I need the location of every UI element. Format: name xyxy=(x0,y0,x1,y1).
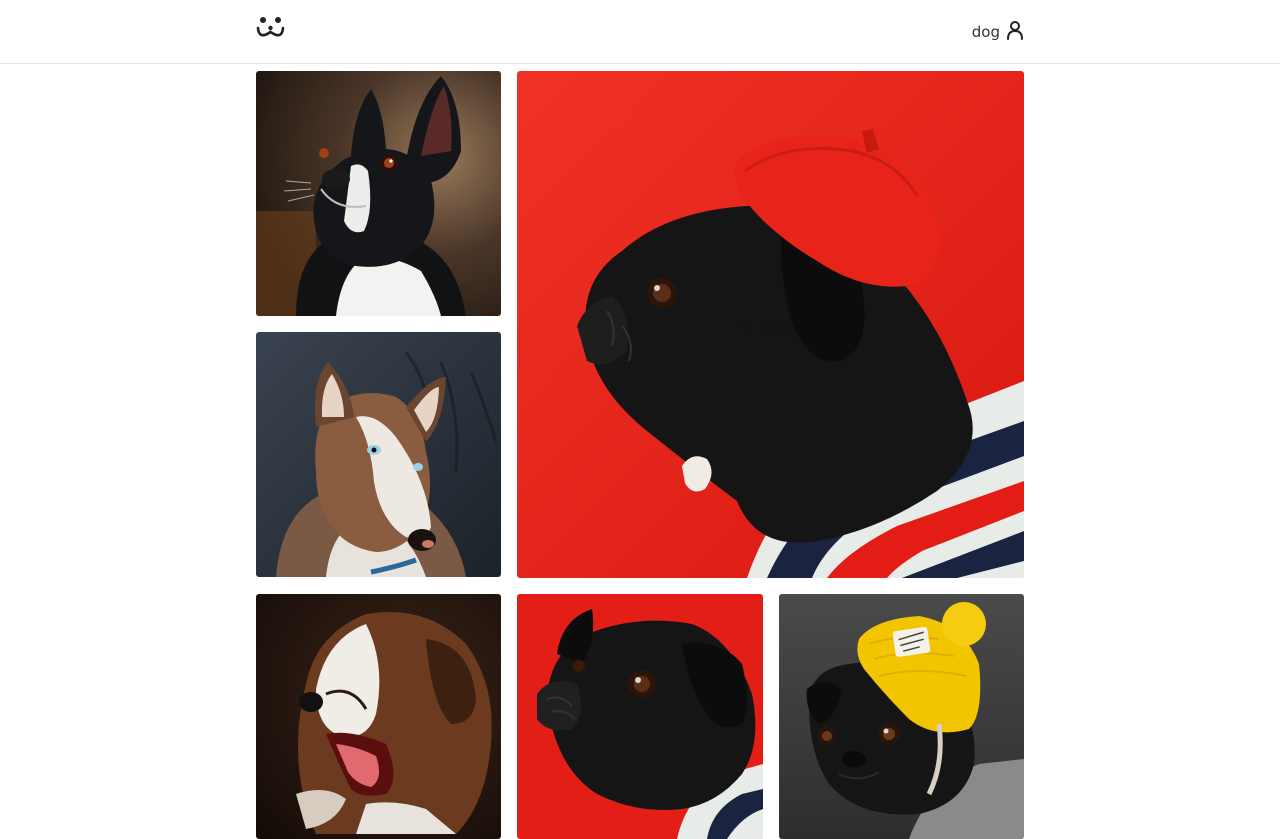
smile-logo-icon[interactable] xyxy=(256,16,286,44)
photo-tile-pug-yellow-beanie[interactable] xyxy=(779,594,1024,839)
photo-tile-yawning-puppy[interactable] xyxy=(256,594,501,839)
dog-photo-image xyxy=(517,71,1024,578)
username-label: dog xyxy=(971,23,1000,41)
dog-photo-image xyxy=(517,594,763,839)
user-menu[interactable]: dog xyxy=(972,20,1024,44)
user-icon xyxy=(1006,20,1024,44)
photo-tile-boston-terrier[interactable] xyxy=(256,71,501,316)
photo-tile-husky[interactable] xyxy=(256,332,501,577)
photo-tile-pug-red-beret[interactable]: 11584 xyxy=(517,71,1024,578)
dog-photo-image xyxy=(256,332,501,577)
dog-photo-image xyxy=(256,594,501,839)
photo-tile-pug-red-background[interactable] xyxy=(517,594,763,839)
dog-photo-image xyxy=(779,594,1024,839)
dog-photo-image xyxy=(256,71,501,316)
top-bar: dog xyxy=(0,0,1280,64)
